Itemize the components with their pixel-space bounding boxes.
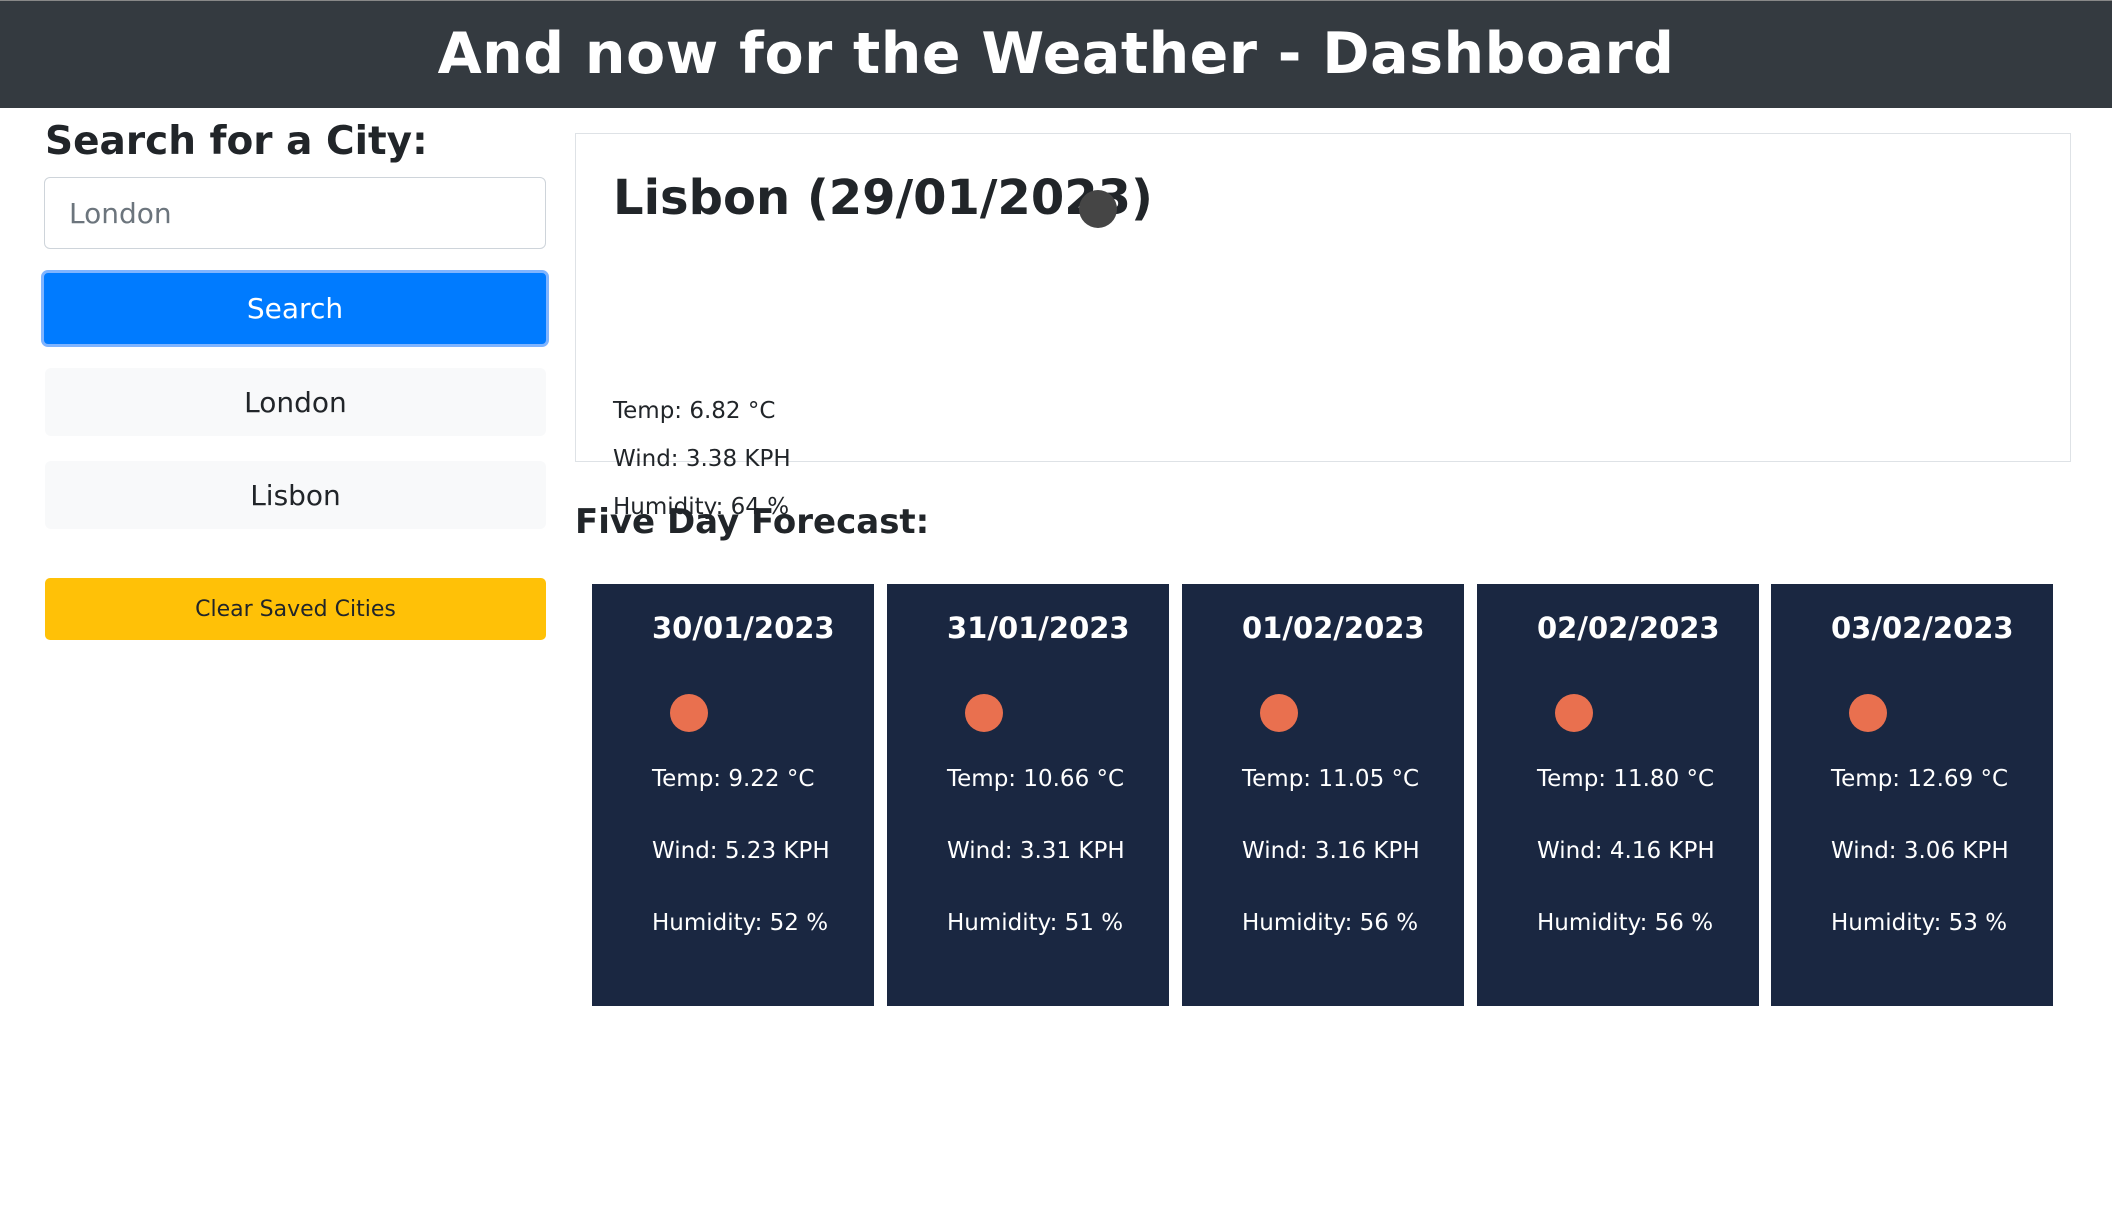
forecast-date: 01/02/2023 <box>1242 611 1425 645</box>
forecast-card: 31/01/2023 Temp: 10.66 °C Wind: 3.31 KPH… <box>887 584 1169 1006</box>
forecast-temp: Temp: 9.22 °C <box>652 766 815 792</box>
forecast-temp: Temp: 12.69 °C <box>1831 766 2009 792</box>
forecast-card: 03/02/2023 Temp: 12.69 °C Wind: 3.06 KPH… <box>1771 584 2053 1006</box>
weather-icon <box>670 694 708 732</box>
weather-icon <box>1555 694 1593 732</box>
forecast-wind: Wind: 3.06 KPH <box>1831 838 2009 864</box>
weather-icon <box>1260 694 1298 732</box>
weather-icon <box>1079 190 1117 228</box>
forecast-humidity: Humidity: 52 % <box>652 910 829 936</box>
forecast-card: 30/01/2023 Temp: 9.22 °C Wind: 5.23 KPH … <box>592 584 874 1006</box>
forecast-wind: Wind: 3.16 KPH <box>1242 838 1420 864</box>
forecast-humidity: Humidity: 51 % <box>947 910 1124 936</box>
forecast-heading: Five Day Forecast: <box>575 502 930 542</box>
forecast-card: 02/02/2023 Temp: 11.80 °C Wind: 4.16 KPH… <box>1477 584 1759 1006</box>
forecast-humidity: Humidity: 56 % <box>1537 910 1714 936</box>
forecast-date: 31/01/2023 <box>947 611 1130 645</box>
weather-icon <box>965 694 1003 732</box>
forecast-temp: Temp: 11.80 °C <box>1537 766 1715 792</box>
forecast-date: 30/01/2023 <box>652 611 835 645</box>
current-city-title: Lisbon (29/01/2023) <box>613 170 1153 226</box>
forecast-humidity: Humidity: 53 % <box>1831 910 2008 936</box>
forecast-wind: Wind: 4.16 KPH <box>1537 838 1715 864</box>
weather-icon <box>1849 694 1887 732</box>
forecast-temp: Temp: 11.05 °C <box>1242 766 1420 792</box>
current-weather-card: Lisbon (29/01/2023) Temp: 6.82 °C Wind: … <box>575 133 2071 519</box>
search-button[interactable]: Search <box>41 270 549 347</box>
weather-dashboard-page: And now for the Weather - Dashboard Sear… <box>0 0 2112 1217</box>
current-wind: Wind: 3.38 KPH <box>613 446 791 472</box>
forecast-date: 02/02/2023 <box>1537 611 1720 645</box>
saved-city-london-button[interactable]: London <box>45 368 546 436</box>
forecast-humidity: Humidity: 56 % <box>1242 910 1419 936</box>
forecast-wind: Wind: 3.31 KPH <box>947 838 1125 864</box>
city-search-input[interactable] <box>44 177 546 249</box>
forecast-date: 03/02/2023 <box>1831 611 2014 645</box>
forecast-card: 01/02/2023 Temp: 11.05 °C Wind: 3.16 KPH… <box>1182 584 1464 1006</box>
saved-city-lisbon-button[interactable]: Lisbon <box>45 461 546 529</box>
current-temp: Temp: 6.82 °C <box>613 398 776 424</box>
app-title: And now for the Weather - Dashboard <box>437 21 1675 87</box>
search-heading: Search for a City: <box>45 119 428 164</box>
forecast-wind: Wind: 5.23 KPH <box>652 838 830 864</box>
app-header: And now for the Weather - Dashboard <box>0 0 2112 108</box>
clear-saved-cities-button[interactable]: Clear Saved Cities <box>45 578 546 640</box>
forecast-temp: Temp: 10.66 °C <box>947 766 1125 792</box>
